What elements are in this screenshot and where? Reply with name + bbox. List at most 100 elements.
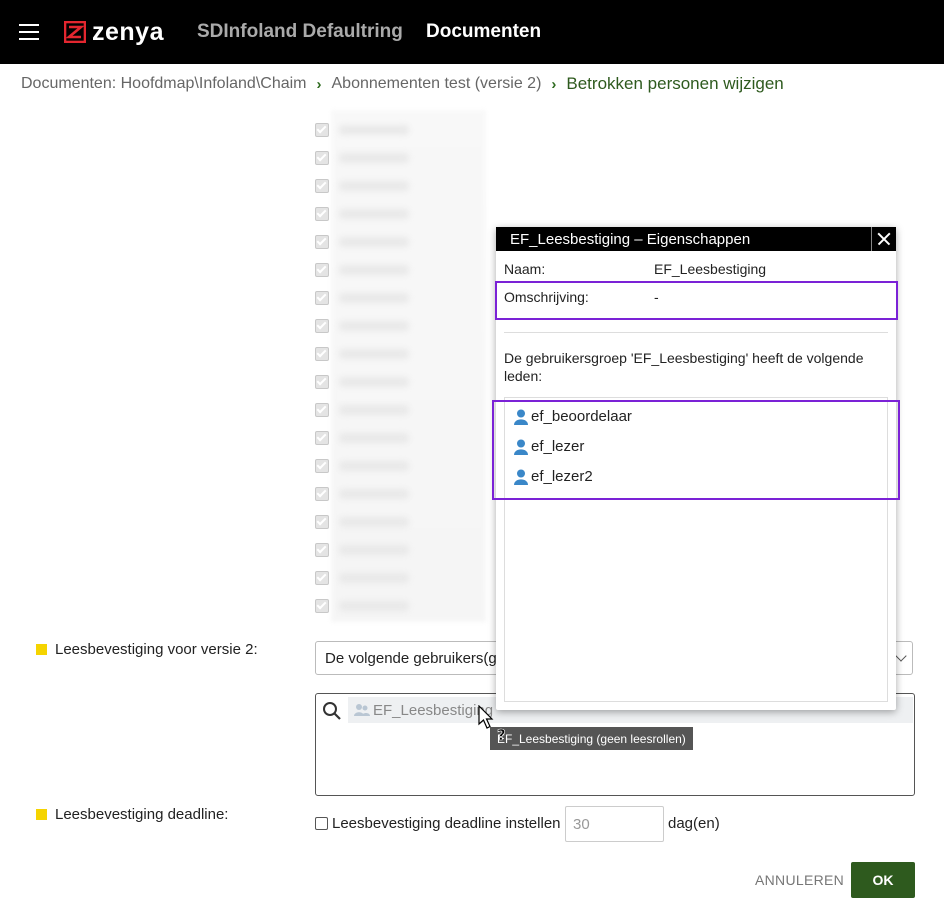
blurred-text <box>339 489 409 499</box>
checked-checkbox-icon <box>315 515 329 529</box>
blurred-list-row <box>314 172 486 200</box>
blurred-list-row <box>314 480 486 508</box>
checked-checkbox-icon <box>315 263 329 277</box>
blurred-text <box>339 405 409 415</box>
blurred-list-row <box>314 452 486 480</box>
read-confirm-field-label: Leesbevestiging voor versie 2: <box>36 641 258 658</box>
checked-checkbox-icon <box>315 403 329 417</box>
zenya-logo-icon <box>64 21 86 43</box>
search-icon[interactable] <box>322 701 342 721</box>
checked-checkbox-icon <box>315 599 329 613</box>
checked-checkbox-icon <box>315 459 329 473</box>
checked-checkbox-icon <box>315 179 329 193</box>
blurred-text <box>339 181 409 191</box>
blurred-list-row <box>314 284 486 312</box>
blurred-text <box>339 433 409 443</box>
blurred-text <box>339 461 409 471</box>
top-bar: zenya SDInfoland Defaultring Documenten <box>0 0 944 64</box>
deadline-label: Leesbevestiging deadline: <box>55 806 229 823</box>
blurred-list-row <box>314 368 486 396</box>
required-marker <box>36 809 47 820</box>
checked-checkbox-icon <box>315 319 329 333</box>
dialog-header: EF_Leesbestiging – Eigenschappen <box>496 227 896 251</box>
chevron-right-icon: › <box>551 75 557 93</box>
checked-checkbox-icon <box>315 431 329 445</box>
days-input-placeholder: 30 <box>573 816 590 833</box>
blurred-text <box>339 265 409 275</box>
close-icon[interactable] <box>871 227 896 251</box>
blurred-text <box>339 293 409 303</box>
blurred-text <box>339 125 409 135</box>
description-label: Omschrijving: <box>504 289 589 305</box>
blurred-list-row <box>314 508 486 536</box>
checked-checkbox-icon <box>315 375 329 389</box>
blurred-list-row <box>314 536 486 564</box>
zenya-logo[interactable]: zenya <box>64 17 164 46</box>
chip-label: EF_Leesbestiging <box>373 701 494 719</box>
required-marker <box>36 644 47 655</box>
checked-checkbox-icon <box>315 151 329 165</box>
blurred-text <box>339 545 409 555</box>
blurred-list-row <box>314 312 486 340</box>
blurred-list-row <box>314 592 486 620</box>
blurred-list-row <box>314 564 486 592</box>
blurred-list-row <box>314 256 486 284</box>
name-label: Naam: <box>504 261 546 277</box>
deadline-unit: dag(en) <box>668 815 720 832</box>
select-value: De volgende gebruikers(gr <box>325 650 502 667</box>
chevron-right-icon: › <box>316 75 322 93</box>
blurred-text <box>339 377 409 387</box>
checked-checkbox-icon <box>315 235 329 249</box>
section-title[interactable]: Documenten <box>426 21 541 43</box>
blurred-list-row <box>314 228 486 256</box>
blurred-text <box>339 153 409 163</box>
mouse-cursor-help-icon: ? <box>478 705 506 741</box>
user-group-icon <box>354 704 370 716</box>
members-intro: De gebruikersgroep 'EF_Leesbestiging' he… <box>504 350 864 384</box>
blurred-list-row <box>314 340 486 368</box>
members-highlight-box <box>492 400 900 500</box>
dialog-title: EF_Leesbestiging – Eigenschappen <box>510 230 751 248</box>
breadcrumb: Documenten: Hoofdmap\Infoland\Chaim › Ab… <box>21 74 784 94</box>
deadline-days-input[interactable]: 30 <box>565 806 664 842</box>
blurred-list-row <box>314 200 486 228</box>
chip-tooltip: EF_Leesbestiging (geen leesrollen) <box>490 727 693 750</box>
checked-checkbox-icon <box>315 571 329 585</box>
blurred-text <box>339 517 409 527</box>
blurred-list-row <box>314 424 486 452</box>
blurred-list-row <box>314 396 486 424</box>
checked-checkbox-icon <box>315 291 329 305</box>
checked-checkbox-icon <box>315 123 329 137</box>
logo-text: zenya <box>92 17 164 46</box>
cancel-button[interactable]: ANNULEREN <box>755 872 844 888</box>
blurred-list-row <box>314 144 486 172</box>
blurred-text <box>339 321 409 331</box>
read-confirm-label: Leesbevestiging voor versie 2: <box>55 641 258 658</box>
name-value: EF_Leesbestiging <box>654 261 767 277</box>
checked-checkbox-icon <box>315 543 329 557</box>
blurred-text <box>339 237 409 247</box>
checked-checkbox-icon <box>315 347 329 361</box>
deadline-field-label: Leesbevestiging deadline: <box>36 806 228 823</box>
group-properties-dialog: EF_Leesbestiging – Eigenschappen Naam: E… <box>492 227 900 710</box>
tenant-name[interactable]: SDInfoland Defaultring <box>197 21 403 43</box>
description-value: - <box>654 289 659 305</box>
breadcrumb-item-document[interactable]: Abonnementen test (versie 2) <box>332 75 542 93</box>
blurred-text <box>339 601 409 611</box>
chevron-down-icon <box>895 650 907 662</box>
dialog-divider <box>504 332 888 333</box>
deadline-checkbox[interactable] <box>315 817 328 830</box>
breadcrumb-current: Betrokken personen wijzigen <box>566 74 784 93</box>
checked-checkbox-icon <box>315 207 329 221</box>
svg-text:?: ? <box>497 726 506 741</box>
deadline-checkbox-label[interactable]: Leesbevestiging deadline instellen <box>332 815 561 832</box>
blurred-checkbox-list <box>314 116 486 620</box>
blurred-text <box>339 349 409 359</box>
hamburger-menu-icon[interactable] <box>19 24 39 40</box>
checked-checkbox-icon <box>315 487 329 501</box>
blurred-text <box>339 573 409 583</box>
ok-button[interactable]: OK <box>851 862 915 898</box>
breadcrumb-item-folder[interactable]: Documenten: Hoofdmap\Infoland\Chaim <box>21 75 307 93</box>
blurred-list-row <box>314 116 486 144</box>
blurred-text <box>339 209 409 219</box>
